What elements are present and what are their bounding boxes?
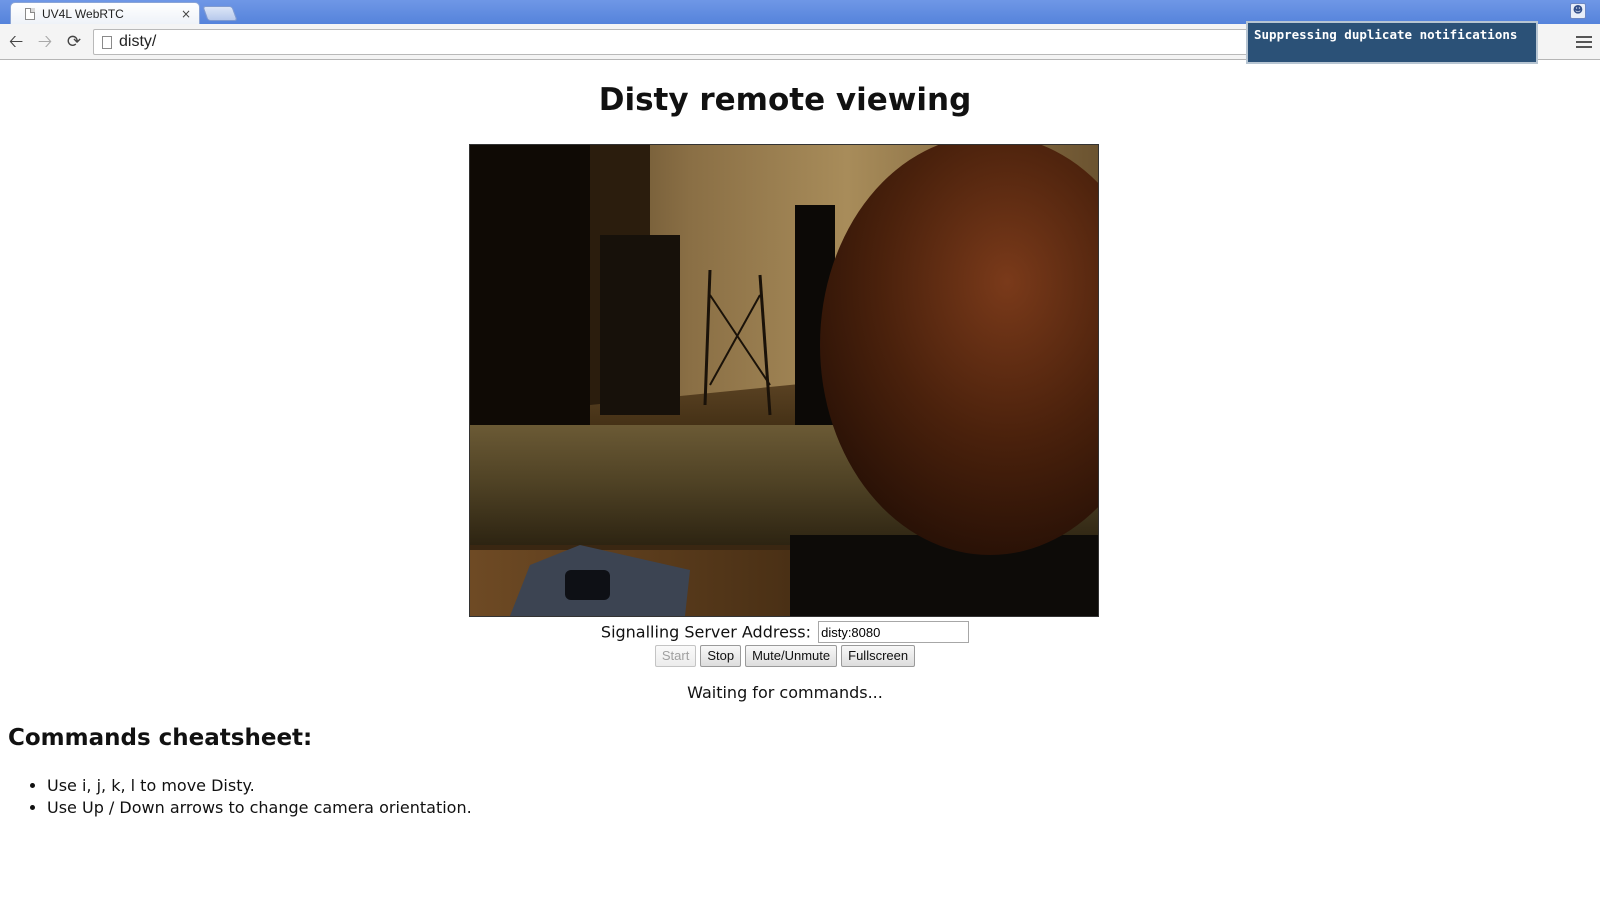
video-stream[interactable]	[469, 144, 1099, 617]
page-icon	[25, 7, 35, 20]
notification-toast[interactable]: Suppressing duplicate notifications	[1246, 21, 1538, 64]
control-buttons: Start Stop Mute/Unmute Fullscreen	[0, 645, 1570, 667]
list-item: Use Up / Down arrows to change camera or…	[47, 797, 472, 819]
signalling-address-input[interactable]	[818, 621, 970, 643]
signalling-label: Signalling Server Address:	[600, 622, 811, 642]
fullscreen-button[interactable]: Fullscreen	[841, 645, 916, 667]
cheatsheet-heading: Commands cheatsheet:	[8, 725, 313, 751]
signalling-row: Signalling Server Address:	[0, 621, 1570, 643]
tab-title: UV4L WebRTC	[42, 6, 124, 21]
browser-tab[interactable]: UV4L WebRTC ×	[10, 2, 200, 24]
profile-icon[interactable]: ☻	[1570, 3, 1586, 19]
new-tab-button[interactable]	[202, 6, 238, 21]
close-icon[interactable]: ×	[179, 7, 193, 21]
list-item: Use i, j, k, l to move Disty.	[47, 775, 472, 797]
status-text: Waiting for commands...	[687, 683, 883, 702]
forward-arrow-icon[interactable]: 🡢	[33, 30, 57, 54]
mute-button[interactable]: Mute/Unmute	[745, 645, 838, 667]
video-frame	[470, 145, 1098, 616]
page-icon	[102, 35, 112, 49]
start-button[interactable]: Start	[654, 645, 697, 667]
stop-button[interactable]: Stop	[700, 645, 742, 667]
menu-icon[interactable]	[1576, 32, 1592, 52]
address-text[interactable]: disty/	[119, 33, 156, 51]
reload-icon[interactable]: ⟳	[62, 30, 86, 54]
cheatsheet-list: Use i, j, k, l to move Disty. Use Up / D…	[47, 775, 472, 818]
page-title: Disty remote viewing	[598, 82, 972, 118]
back-arrow-icon[interactable]: 🡠	[4, 30, 28, 54]
